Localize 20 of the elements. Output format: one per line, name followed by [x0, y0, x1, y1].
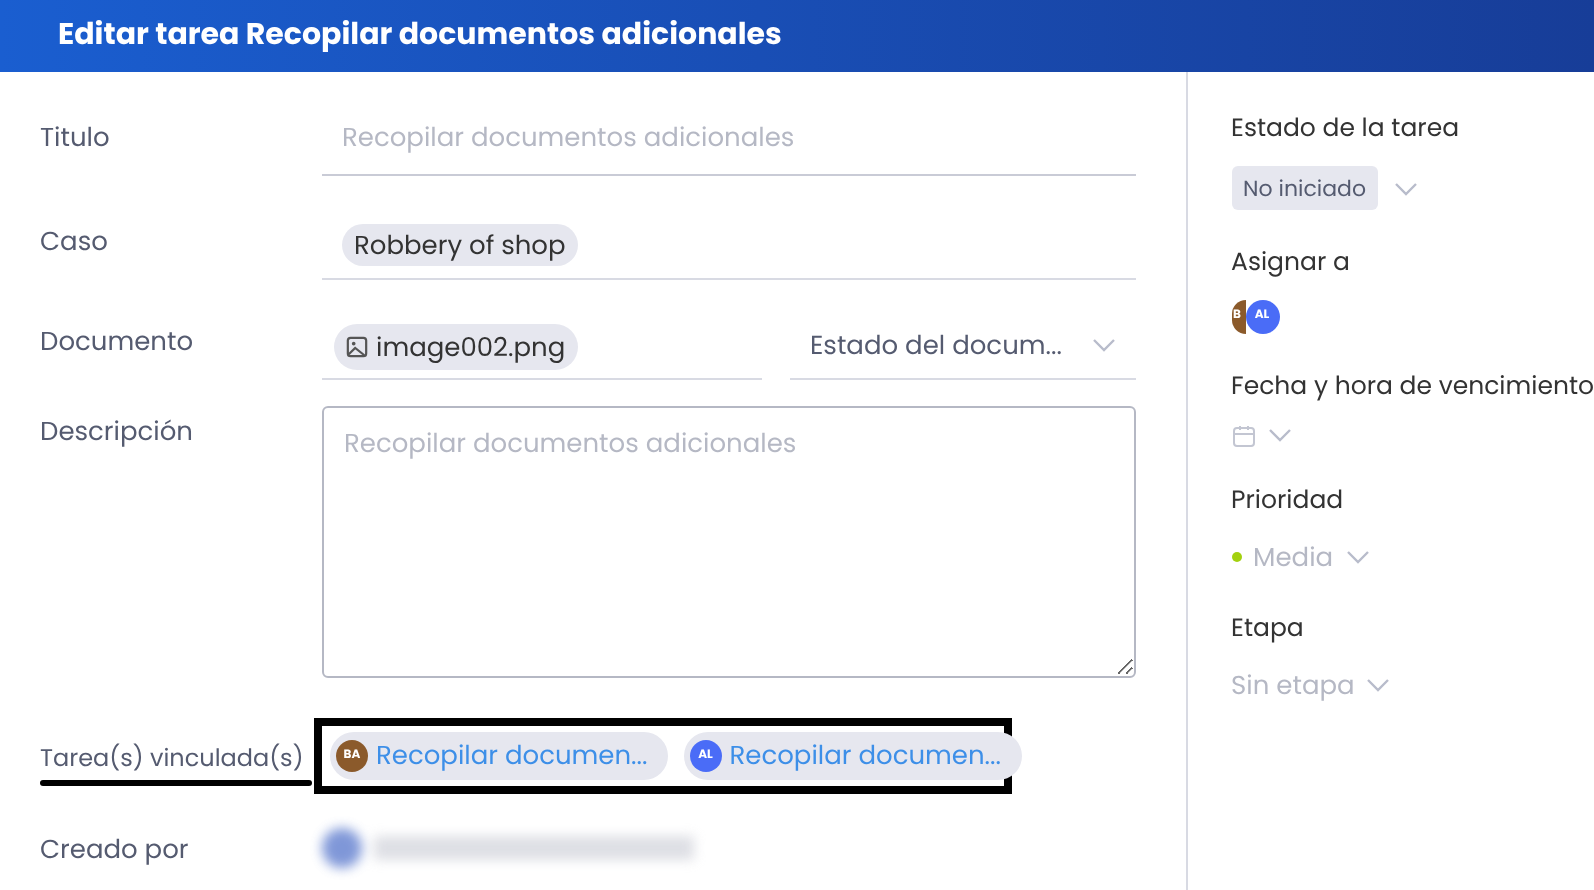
status-dropdown[interactable]: No iniciado — [1231, 165, 1594, 211]
document-status-dropdown[interactable]: Estado del docum... — [790, 312, 1136, 380]
field-label: Estado de la tarea — [1231, 112, 1462, 150]
field-label: Etapa — [1231, 612, 1306, 650]
field-label: Creado por — [40, 829, 189, 867]
field-label: Descripción — [40, 412, 193, 450]
field-label: Fecha y hora de vencimiento — [1231, 370, 1594, 408]
document-chip: image002.png — [334, 323, 578, 370]
dialog-title: Editar tarea Recopilar documentos adicionales — [58, 13, 782, 59]
field-label: Tarea(s) vinculada(s) — [40, 742, 304, 776]
case-field[interactable]: Robbery of shop — [322, 212, 1136, 280]
case-chip: Robbery of shop — [342, 223, 578, 267]
field-label: Caso — [40, 221, 110, 263]
field-label: Prioridad — [1231, 483, 1346, 521]
field-label: Asignar a — [1231, 246, 1352, 284]
document-field[interactable]: image002.png — [322, 312, 762, 380]
field-label: Documento — [40, 321, 196, 363]
title-field[interactable]: Recopilar documentos adicionales — [322, 100, 1136, 176]
field-label: Titulo — [40, 117, 112, 159]
description-field[interactable]: Recopilar documentos adicionales — [322, 406, 1136, 678]
